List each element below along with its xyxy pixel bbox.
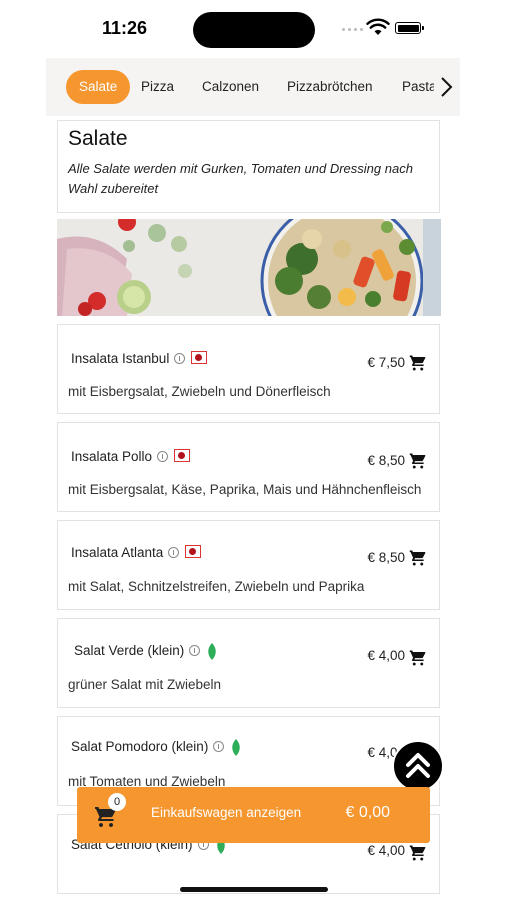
menu-item-price: € 4,00 xyxy=(367,843,405,858)
cellular-signal-icon xyxy=(342,28,363,31)
flag-icon xyxy=(191,351,208,364)
status-bar: 11:26 xyxy=(0,0,507,56)
menu-item-card[interactable]: Insalata Pollo € 8,50 mit Eisbergsalat, … xyxy=(57,422,440,512)
battery-icon xyxy=(395,22,424,34)
tab-pasta[interactable]: Pasta xyxy=(402,70,437,104)
menu-item-price: € 8,50 xyxy=(367,550,405,565)
tab-scroll-right-button[interactable] xyxy=(434,72,458,102)
menu-item-price: € 7,50 xyxy=(367,355,405,370)
menu-item-title: Salat Verde (klein) xyxy=(74,643,218,661)
cart-count-badge: 0 xyxy=(108,793,126,811)
category-title: Salate xyxy=(68,127,128,150)
menu-item-title: Insalata Istanbul xyxy=(71,351,208,366)
flag-icon xyxy=(185,545,202,558)
info-icon[interactable] xyxy=(189,644,201,656)
double-chevron-up-icon xyxy=(406,753,430,778)
menu-item-title: Insalata Atlanta xyxy=(71,545,202,560)
menu-item-price: € 4,00 xyxy=(367,648,405,663)
menu-item-card[interactable]: Salat Verde (klein) € 4,00 grüner Salat … xyxy=(57,618,440,708)
view-cart-label: Einkaufswagen anzeigen xyxy=(151,805,302,820)
category-banner-image xyxy=(57,219,441,316)
dynamic-island xyxy=(193,12,315,48)
info-icon[interactable] xyxy=(168,546,180,558)
category-header: Salate Alle Salate werden mit Gurken, To… xyxy=(57,120,440,213)
menu-item-card[interactable]: Insalata Atlanta € 8,50 mit Salat, Schni… xyxy=(57,520,440,610)
tab-calzonen[interactable]: Calzonen xyxy=(202,70,259,104)
menu-item-card[interactable]: Insalata Istanbul € 7,50 mit Eisbergsala… xyxy=(57,324,440,414)
add-to-cart-icon[interactable] xyxy=(409,844,427,862)
menu-item-description: mit Eisbergsalat, Käse, Paprika, Mais un… xyxy=(68,482,422,497)
menu-item-title: Insalata Pollo xyxy=(71,449,191,464)
chevron-right-icon xyxy=(441,77,453,97)
add-to-cart-icon[interactable] xyxy=(409,452,427,470)
info-icon[interactable] xyxy=(174,352,186,364)
menu-item-name: Insalata Pollo xyxy=(71,449,153,464)
menu-item-name: Salat Verde (klein) xyxy=(74,643,185,658)
status-time: 11:26 xyxy=(102,18,148,38)
leaf-icon xyxy=(208,643,217,660)
info-icon[interactable] xyxy=(157,450,169,462)
menu-item-name: Salat Pomodoro (klein) xyxy=(71,739,209,754)
cart-total: € 0,00 xyxy=(345,804,390,821)
scroll-to-top-button[interactable] xyxy=(392,740,444,792)
menu-item-price: € 8,50 xyxy=(367,453,405,468)
wifi-icon xyxy=(366,18,390,35)
add-to-cart-icon[interactable] xyxy=(409,354,427,372)
tab-pizza[interactable]: Pizza xyxy=(141,70,174,104)
category-tab-bar: Salate Pizza Calzonen Pizzabrötchen Past… xyxy=(46,58,460,116)
view-cart-button[interactable]: 0 Einkaufswagen anzeigen € 0,00 xyxy=(77,787,430,843)
tab-salate[interactable]: Salate xyxy=(66,70,131,104)
menu-item-description: mit Eisbergsalat, Zwiebeln und Dönerflei… xyxy=(68,384,331,399)
category-description: Alle Salate werden mit Gurken, Tomaten u… xyxy=(68,161,413,196)
add-to-cart-icon[interactable] xyxy=(409,549,427,567)
flag-icon xyxy=(174,449,191,462)
tab-pizzabroetchen[interactable]: Pizzabrötchen xyxy=(287,70,373,104)
menu-item-title: Salat Pomodoro (klein) xyxy=(71,739,242,757)
leaf-icon xyxy=(232,739,241,756)
home-indicator xyxy=(180,887,328,892)
menu-item-name: Insalata Istanbul xyxy=(71,351,170,366)
add-to-cart-icon[interactable] xyxy=(409,649,427,667)
info-icon[interactable] xyxy=(213,740,225,752)
menu-item-description: mit Salat, Schnitzelstreifen, Zwiebeln u… xyxy=(68,579,365,594)
menu-item-description: grüner Salat mit Zwiebeln xyxy=(68,677,222,692)
menu-item-name: Insalata Atlanta xyxy=(71,545,164,560)
